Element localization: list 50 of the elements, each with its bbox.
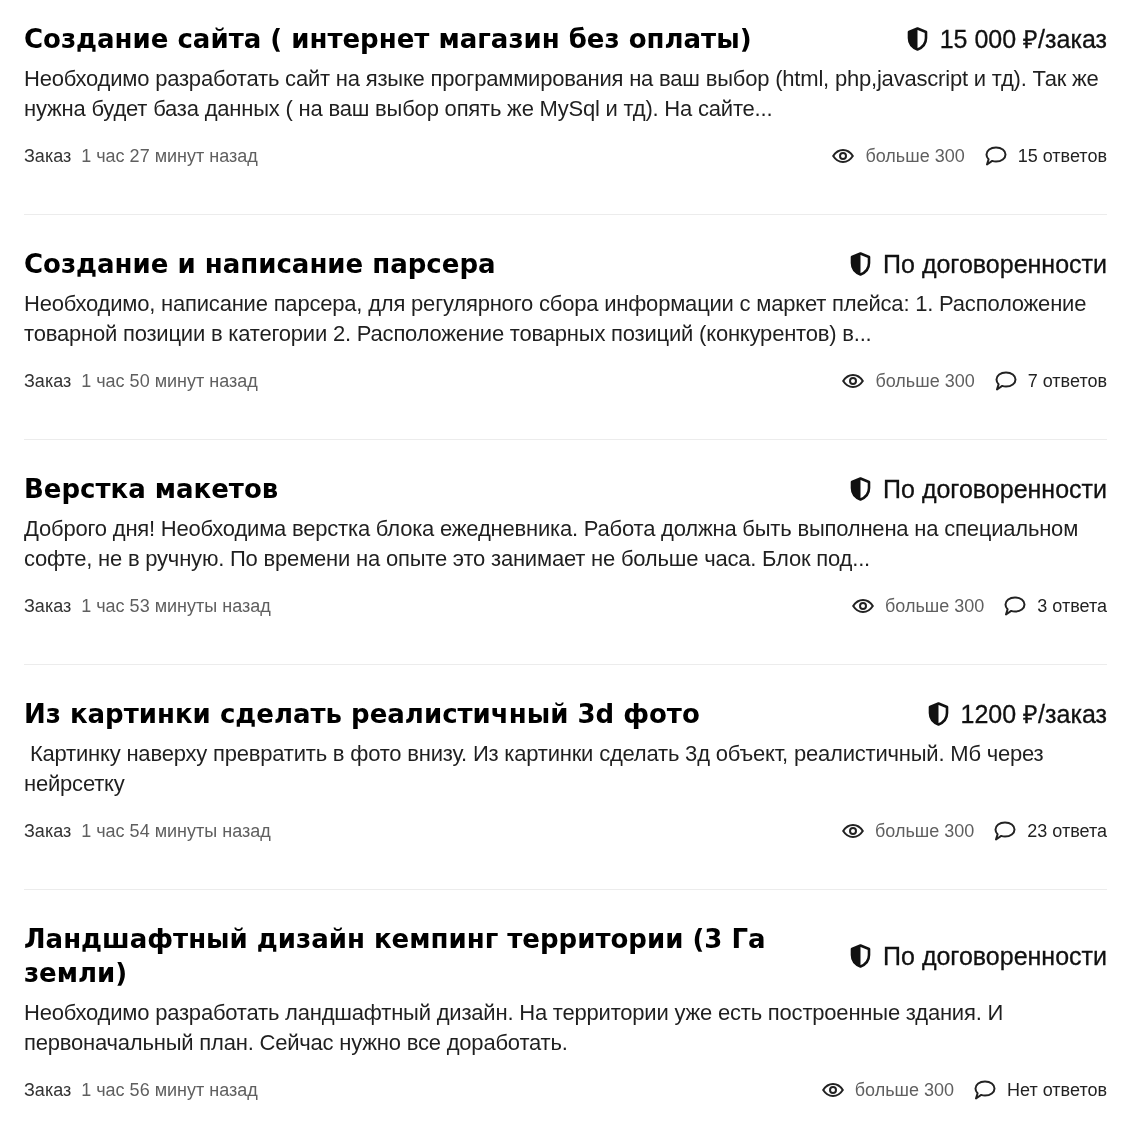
views-count: больше 300	[885, 595, 985, 618]
eye-icon	[832, 149, 855, 163]
order-title: Ландшафтный дизайн кемпинг территории (3 Га земли)	[24, 923, 767, 990]
comment-icon	[994, 371, 1017, 391]
posted-time: 1 час 53 минуты назад	[81, 595, 271, 618]
order-description: Картинку наверху превратить в фото внизу. Из картинки сделать 3д объект, реалистичный. Мб через нейрсетку	[24, 740, 1045, 798]
comment-icon	[994, 821, 1017, 841]
comment-icon	[1004, 596, 1027, 616]
views-count: больше 300	[865, 145, 965, 168]
posted-time: 1 час 27 минут назад	[81, 145, 258, 168]
price-label: 15 000 ₽/заказ	[939, 24, 1107, 55]
order-title: Создание сайта ( интернет магазин без оплаты)	[24, 23, 752, 56]
shield-icon	[850, 252, 872, 276]
order-title: Создание и написание парсера	[24, 248, 496, 281]
price-label: 1200 ₽/заказ	[960, 699, 1107, 730]
responses-count: 15 ответов	[1017, 145, 1107, 168]
order-description: Доброго дня! Необходима верстка блока ежедневника. Работа должна быть выполнена на специальном софте, не в ручную. По времени на опыте это занимает не больше часа. Блок под...	[24, 515, 1080, 573]
shield-icon	[927, 702, 949, 726]
posted-time: 1 час 50 минут назад	[81, 370, 258, 393]
shield-icon	[850, 944, 872, 968]
responses-count: 3 ответа	[1037, 595, 1107, 618]
posted-time: 1 час 56 минут назад	[81, 1079, 258, 1102]
comment-icon	[984, 146, 1007, 166]
order-type-label: Заказ	[24, 820, 72, 843]
eye-icon	[842, 374, 865, 388]
order-type-label: Заказ	[24, 145, 72, 168]
responses-count: 23 ответа	[1027, 820, 1107, 843]
price-label: По договоренности	[883, 941, 1107, 972]
views-count: больше 300	[854, 1079, 955, 1102]
price-label: По договоренности	[883, 474, 1107, 505]
order-title: Верстка макетов	[24, 473, 279, 506]
responses-count: 7 ответов	[1027, 370, 1107, 393]
order-description: Необходимо, написание парсера, для регулярного сбора информации с маркет плейса: 1. Расположение товарной позиции в категории 2. Расположение товарных позиций (конкурентов) в...	[24, 290, 1088, 348]
shield-icon	[906, 27, 928, 51]
shield-icon	[850, 477, 872, 501]
order-type-label: Заказ	[24, 1079, 72, 1102]
views-count: больше 300	[875, 820, 975, 843]
price-label: По договоренности	[883, 249, 1107, 280]
order-type-label: Заказ	[24, 595, 72, 618]
eye-icon	[852, 599, 874, 613]
eye-icon	[821, 1083, 844, 1097]
eye-icon	[842, 824, 864, 838]
order-title: Из картинки сделать реалистичный 3d фото	[24, 698, 700, 731]
order-type-label: Заказ	[24, 370, 72, 393]
comment-icon	[974, 1080, 997, 1100]
order-description: Необходимо разработать ландшафтный дизайн. На территории уже есть построенные здания. И первоначальный план. Сейчас нужно все доработать.	[24, 999, 1005, 1057]
views-count: больше 300	[875, 370, 975, 393]
posted-time: 1 час 54 минуты назад	[81, 820, 271, 843]
responses-count: Нет ответов	[1007, 1079, 1107, 1102]
order-description: Необходимо разработать сайт на языке программирования на ваш выбор (html, php,javascript и тд). Так же нужна будет база данных ( на ваш выбор опять же MySql и тд). На сайте...	[24, 65, 1100, 123]
